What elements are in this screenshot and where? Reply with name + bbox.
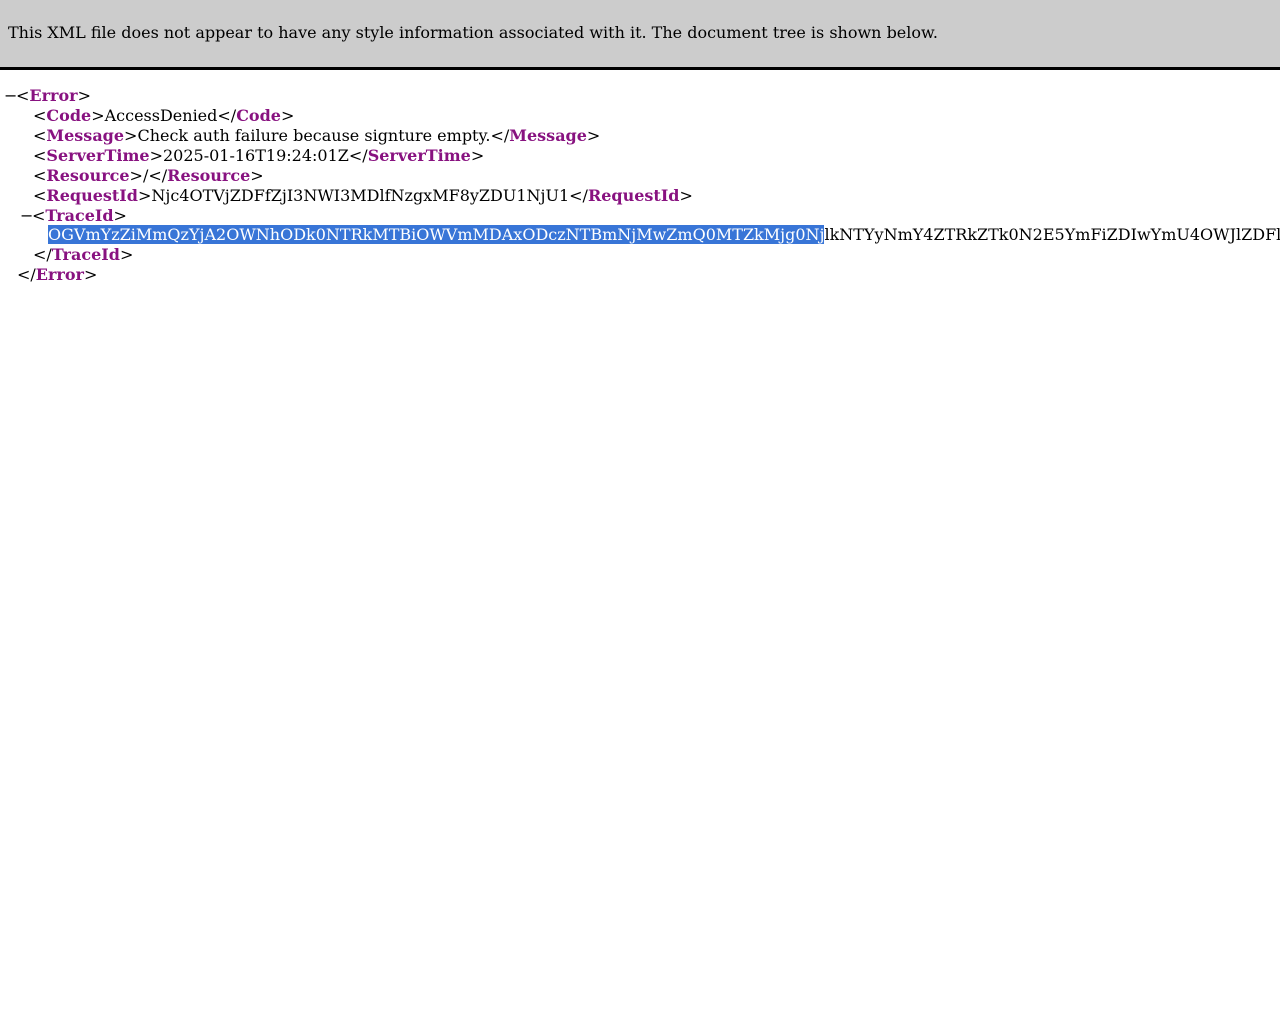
error-close-line: </Error> (17, 265, 98, 284)
xml-info-banner: This XML file does not appear to have an… (0, 0, 1280, 70)
message-value: Check auth failure because signture empt… (137, 126, 491, 145)
resource-line: <Resource>/</Resource> (33, 166, 264, 185)
banner-message: This XML file does not appear to have an… (8, 23, 938, 42)
message-line: <Message>Check auth failure because sign… (33, 126, 601, 145)
trace-id-tag-close: TraceId (51, 245, 120, 264)
code-line: <Code>AccessDenied</Code> (33, 106, 295, 125)
error-tag: Error (29, 86, 78, 105)
request-id-tag-close: RequestId (587, 186, 680, 205)
message-tag-open: Message (46, 126, 125, 145)
trace-id-value-line: OGVmYzZiMmQzYjA2OWNhODk0NTRkMTBiOWVmMDAx… (48, 225, 1280, 245)
resource-tag-close: Resource (167, 166, 251, 185)
server-time-line: <ServerTime>2025-01-16T19:24:01Z</Server… (33, 146, 485, 165)
error-open-line: −<Error> (4, 86, 91, 106)
trace-id-open-line: −<TraceId> (20, 206, 127, 226)
server-time-tag-close: ServerTime (367, 146, 471, 165)
trace-id-close-line: </TraceId> (33, 245, 134, 264)
request-id-tag-open: RequestId (46, 186, 138, 205)
error-tag-close: Error (35, 265, 84, 284)
resource-tag-open: Resource (46, 166, 130, 185)
code-tag-close: Code (236, 106, 281, 125)
code-tag-open: Code (46, 106, 92, 125)
trace-id-value-rest[interactable]: lkNTYyNmY4ZTRkZTk0N2E5YmFiZDIwYmU4OWJlZD… (824, 225, 1280, 244)
code-value: AccessDenied (104, 106, 218, 125)
server-time-value: 2025-01-16T19:24:01Z (162, 146, 349, 165)
request-id-value: Njc4OTVjZDFfZjI3NWI3MDlfNzgxMF8yZDU1NjU1 (151, 186, 570, 205)
server-time-tag-open: ServerTime (46, 146, 150, 165)
message-tag-close: Message (509, 126, 587, 145)
collapse-toggle-error[interactable]: − (4, 86, 17, 106)
request-id-line: <RequestId>Njc4OTVjZDFfZjI3NWI3MDlfNzgxM… (33, 186, 693, 205)
collapse-toggle-trace-id[interactable]: − (20, 206, 33, 226)
trace-id-value-selected[interactable]: OGVmYzZiMmQzYjA2OWNhODk0NTRkMTBiOWVmMDAx… (48, 225, 825, 244)
trace-id-tag-open: TraceId (45, 206, 114, 225)
